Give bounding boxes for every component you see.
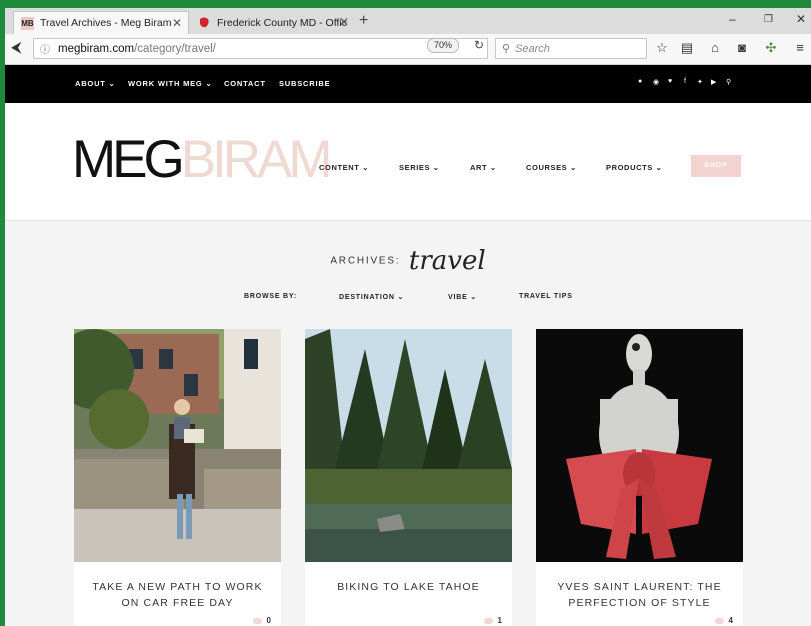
topbar-link-subscribe[interactable]: SUBSCRIBE [279,79,330,88]
reload-icon[interactable]: ↻ [474,38,484,52]
reading-list-icon[interactable]: ▤ [680,40,694,56]
archives-label: ARCHIVES: [330,255,401,267]
search-icon[interactable]: ⚲ [726,78,731,86]
filter-travel-tips[interactable]: TRAVEL TIPS [519,293,573,300]
topbar-link-work-with-meg[interactable]: WORK WITH MEG ⌄ [128,79,213,88]
tab-travel-archives[interactable]: MB Travel Archives - Meg Biram ✕ [13,11,189,34]
twitter-icon[interactable]: ✦ [697,78,703,86]
extension-icon[interactable]: ✣ [764,40,778,56]
meg-biram-favicon: MB [21,16,34,30]
tab-title: Travel Archives - Meg Biram [40,17,172,29]
menu-icon[interactable]: ≡ [793,40,807,55]
restore-icon[interactable]: ❐ [764,14,773,25]
tab-strip: MB Travel Archives - Meg Biram ✕ Frederi… [5,8,811,34]
facebook-icon[interactable]: f [684,78,686,85]
browse-by-label: BROWSE BY: [244,293,297,300]
maryland-flag-icon [198,16,211,29]
url-domain: megbiram.com [58,42,135,55]
shop-button[interactable]: SHOP [691,155,741,177]
url-path: /category/travel/ [134,42,216,55]
comment-bubble-icon [252,617,262,624]
bookmark-star-icon[interactable]: ☆ [655,40,669,56]
search-input[interactable]: ⚲ Search [495,38,647,59]
close-tab-icon[interactable]: ✕ [172,16,182,30]
comment-bubble-icon [483,617,493,624]
site-top-bar: ABOUT ⌄ WORK WITH MEG ⌄ CONTACT SUBSCRIB… [5,65,811,103]
topbar-link-about[interactable]: ABOUT ⌄ [75,79,116,88]
post-card[interactable]: YVES SAINT LAURENT: THE PERFECTION OF ST… [536,329,743,626]
zoom-level[interactable]: 70% [427,38,459,53]
nav-series[interactable]: SERIES ⌄ [399,163,440,172]
post-card[interactable]: BIKING TO LAKE TAHOE 1 [305,329,512,626]
nav-products[interactable]: PRODUCTS ⌄ [606,163,662,172]
close-tab-icon[interactable]: ✕ [339,15,349,29]
browser-window: MB Travel Archives - Meg Biram ✕ Frederi… [5,8,811,626]
pinterest-icon[interactable]: ◉ [653,78,659,86]
nav-art[interactable]: ART ⌄ [470,163,497,172]
minimize-icon[interactable]: – [729,12,736,26]
pocket-icon[interactable]: ◙ [735,40,749,55]
comment-count[interactable]: 1 [483,616,502,625]
post-title[interactable]: BIKING TO LAKE TAHOE [315,579,502,595]
nav-content[interactable]: CONTENT ⌄ [319,163,369,172]
heart-icon[interactable]: ♥ [668,78,672,85]
close-window-icon[interactable]: ✕ [796,12,806,26]
search-placeholder: Search [515,42,550,55]
comment-count[interactable]: 4 [714,616,733,625]
post-title[interactable]: TAKE A NEW PATH TO WORK ON CAR FREE DAY [84,579,271,611]
post-image-lake-tahoe[interactable] [305,329,512,562]
comment-bubble-icon [714,617,724,624]
home-icon[interactable]: ⌂ [708,40,722,55]
filter-vibe[interactable]: VIBE ⌄ [448,293,477,301]
site-header: MEGBIRAM CONTENT ⌄ SERIES ⌄ ART ⌄ COURSE… [5,103,811,221]
filter-destination[interactable]: DESTINATION ⌄ [339,293,404,301]
search-icon: ⚲ [502,43,511,55]
site-logo[interactable]: MEGBIRAM [72,133,333,186]
post-card[interactable]: TAKE A NEW PATH TO WORK ON CAR FREE DAY … [74,329,281,626]
tab-frederick-county[interactable]: Frederick County MD - Offic ✕ [191,11,355,34]
back-icon[interactable]: ⮜ [11,39,22,56]
bloglovin-icon[interactable]: ● [638,78,642,85]
tab-title: Frederick County MD - Offic [217,16,347,29]
address-bar[interactable]: ⓘ megbiram.com/category/travel/ [33,38,488,59]
post-image-ysl-bow-dress[interactable] [536,329,743,562]
site-info-icon[interactable]: ⓘ [40,41,50,56]
new-tab-icon[interactable]: + [359,12,368,30]
category-title: travel [408,246,486,276]
archive-heading: ARCHIVES: travel [5,246,811,276]
youtube-icon[interactable]: ▶ [711,78,716,86]
nav-courses[interactable]: COURSES ⌄ [526,163,577,172]
topbar-link-contact[interactable]: CONTACT [224,79,266,88]
post-image-street-walk[interactable] [74,329,281,562]
comment-count[interactable]: 0 [252,616,271,625]
post-title[interactable]: YVES SAINT LAURENT: THE PERFECTION OF ST… [546,579,733,611]
